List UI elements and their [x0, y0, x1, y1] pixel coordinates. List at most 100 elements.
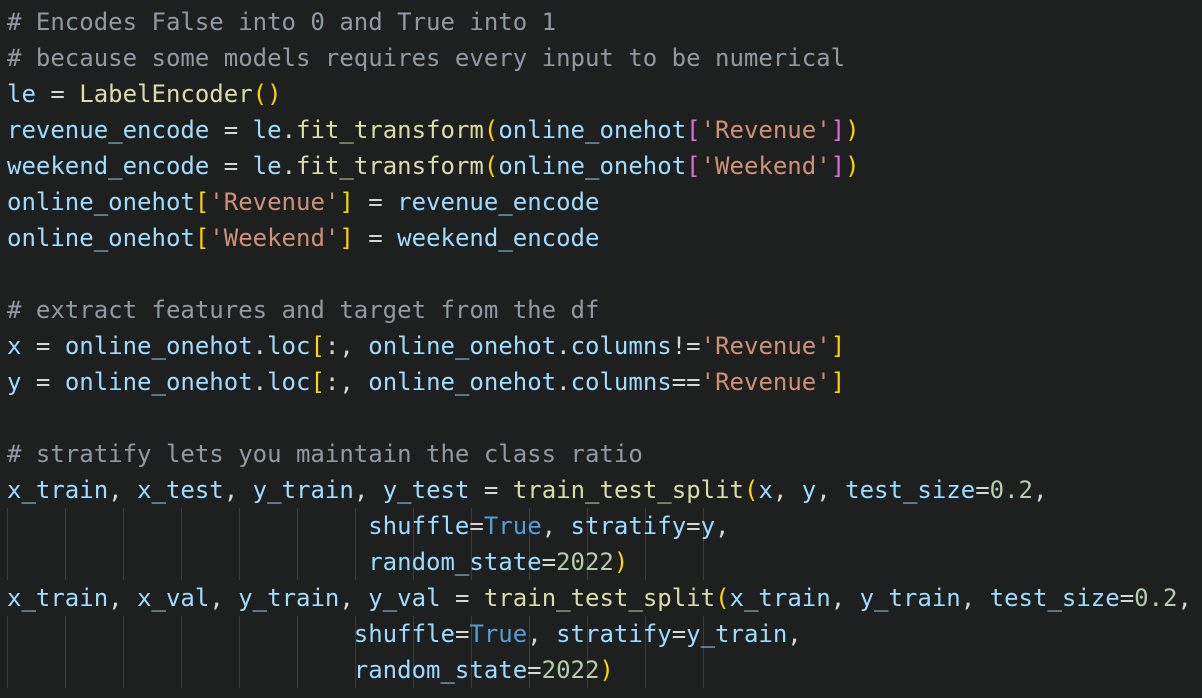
- code-token: online_onehot: [368, 332, 557, 360]
- indent-guide: [703, 652, 705, 688]
- code-token: stratify: [570, 512, 687, 540]
- code-line[interactable]: y = online_onehot.loc[:, online_onehot.c…: [7, 364, 1202, 400]
- code-token: ]: [339, 188, 354, 216]
- code-token: ,: [816, 476, 846, 504]
- code-token: weekend_encode: [397, 224, 600, 252]
- code-token: # Encodes False into 0 and True into 1: [7, 8, 557, 36]
- code-line-content: # Encodes False into 0 and True into 1: [7, 4, 556, 40]
- code-line-content: online_onehot['Revenue'] = revenue_encod…: [7, 184, 599, 220]
- code-token: random_state: [353, 656, 528, 684]
- code-line[interactable]: random_state=2022): [7, 652, 1202, 688]
- code-token: =: [527, 656, 542, 684]
- code-token: ,: [223, 476, 253, 504]
- code-token: y_train: [859, 584, 961, 612]
- code-line[interactable]: [7, 400, 1202, 436]
- code-token: fit_transform: [296, 152, 484, 180]
- code-line[interactable]: x_train, x_test, y_train, y_test = train…: [7, 472, 1202, 508]
- code-editor[interactable]: # Encodes False into 0 and True into 1 # …: [7, 4, 1202, 698]
- code-token: revenue_encode: [397, 188, 600, 216]
- code-token: x_test: [137, 476, 224, 504]
- code-token: 'Revenue': [209, 188, 340, 216]
- code-token: [: [194, 224, 210, 252]
- code-token: online_onehot: [498, 152, 687, 180]
- code-token: # stratify lets you maintain the class r…: [7, 440, 643, 468]
- code-line[interactable]: weekend_encode = le.fit_transform(online…: [7, 148, 1202, 184]
- code-token: y_train: [252, 476, 354, 504]
- code-token: loc: [267, 332, 311, 360]
- code-token: [: [194, 188, 210, 216]
- code-line[interactable]: le = LabelEncoder(): [7, 76, 1202, 112]
- code-line-content: random_state=2022): [7, 544, 628, 580]
- code-token: =: [353, 224, 398, 252]
- code-line[interactable]: # stratify lets you maintain the class r…: [7, 436, 1202, 472]
- code-line-content: # because some models requires every inp…: [7, 40, 845, 76]
- code-token: 2022: [556, 548, 614, 576]
- code-token: =: [21, 332, 65, 360]
- code-token: columns: [570, 368, 672, 396]
- code-token: # extract features and target from the d…: [7, 296, 600, 324]
- code-token: test_size: [845, 476, 976, 504]
- indent-guide: [703, 544, 705, 580]
- code-token: .: [556, 368, 571, 396]
- code-token: x: [758, 476, 773, 504]
- code-token: shuffle: [353, 620, 455, 648]
- code-token: .: [252, 368, 268, 396]
- code-line-content: # stratify lets you maintain the class r…: [7, 436, 643, 472]
- code-token: ]: [339, 224, 354, 252]
- code-token: online_onehot: [498, 116, 687, 144]
- code-line[interactable]: shuffle=True, stratify=y_train,: [7, 616, 1202, 652]
- code-token: True: [483, 512, 542, 540]
- code-line[interactable]: # extract features and target from the d…: [7, 292, 1202, 328]
- code-token: (: [715, 584, 730, 612]
- code-line[interactable]: online_onehot['Weekend'] = weekend_encod…: [7, 220, 1202, 256]
- code-token: .: [252, 332, 268, 360]
- code-token: ,: [339, 584, 369, 612]
- code-token: 'Weekend': [700, 152, 831, 180]
- code-line[interactable]: revenue_encode = le.fit_transform(online…: [7, 112, 1202, 148]
- code-token: 'Revenue': [700, 116, 831, 144]
- code-line[interactable]: # Encodes False into 0 and True into 1: [7, 4, 1202, 40]
- code-token: =: [686, 512, 701, 540]
- code-token: columns: [570, 332, 672, 360]
- code-token: random_state: [368, 548, 542, 576]
- code-token: ]: [830, 152, 846, 180]
- code-token: 'Revenue': [700, 332, 831, 360]
- code-line[interactable]: online_onehot['Revenue'] = revenue_encod…: [7, 184, 1202, 220]
- code-line[interactable]: random_state=2022): [7, 544, 1202, 580]
- code-line[interactable]: shuffle=True, stratify=y,: [7, 508, 1202, 544]
- code-token: y_val: [368, 584, 441, 612]
- code-line[interactable]: x = online_onehot.loc[:, online_onehot.c…: [7, 328, 1202, 364]
- code-token: ): [613, 548, 629, 576]
- code-token: :,: [324, 368, 369, 396]
- code-token: ,: [1033, 476, 1048, 504]
- code-token: ,: [715, 512, 730, 540]
- code-token: x_train: [7, 584, 109, 612]
- code-token: =: [469, 512, 484, 540]
- code-line[interactable]: x_train, x_val, y_train, y_val = train_t…: [7, 580, 1202, 616]
- code-token: .: [281, 152, 297, 180]
- code-line[interactable]: [7, 256, 1202, 292]
- code-line[interactable]: # because some models requires every inp…: [7, 40, 1202, 76]
- code-token: y: [700, 512, 716, 540]
- code-token: y_train: [238, 584, 340, 612]
- code-token: 'Revenue': [700, 368, 831, 396]
- code-token: 0.2: [1134, 584, 1178, 612]
- code-token: loc: [267, 368, 311, 396]
- code-token: ]: [830, 116, 846, 144]
- code-token: online_onehot: [64, 332, 253, 360]
- code-line-content: shuffle=True, stratify=y_train,: [7, 616, 802, 652]
- code-token: ,: [787, 620, 802, 648]
- code-token: [: [310, 332, 325, 360]
- code-line-content: random_state=2022): [7, 652, 614, 688]
- code-token: LabelEncoder: [79, 80, 253, 108]
- code-token: le: [7, 80, 36, 108]
- code-token: =: [454, 620, 470, 648]
- code-line-content: shuffle=True, stratify=y,: [7, 508, 730, 544]
- code-token: le: [252, 116, 282, 144]
- code-token: True: [469, 620, 528, 648]
- code-token: shuffle: [368, 512, 470, 540]
- code-token: =: [975, 476, 990, 504]
- code-token: x_train: [7, 476, 109, 504]
- code-token: ,: [541, 512, 571, 540]
